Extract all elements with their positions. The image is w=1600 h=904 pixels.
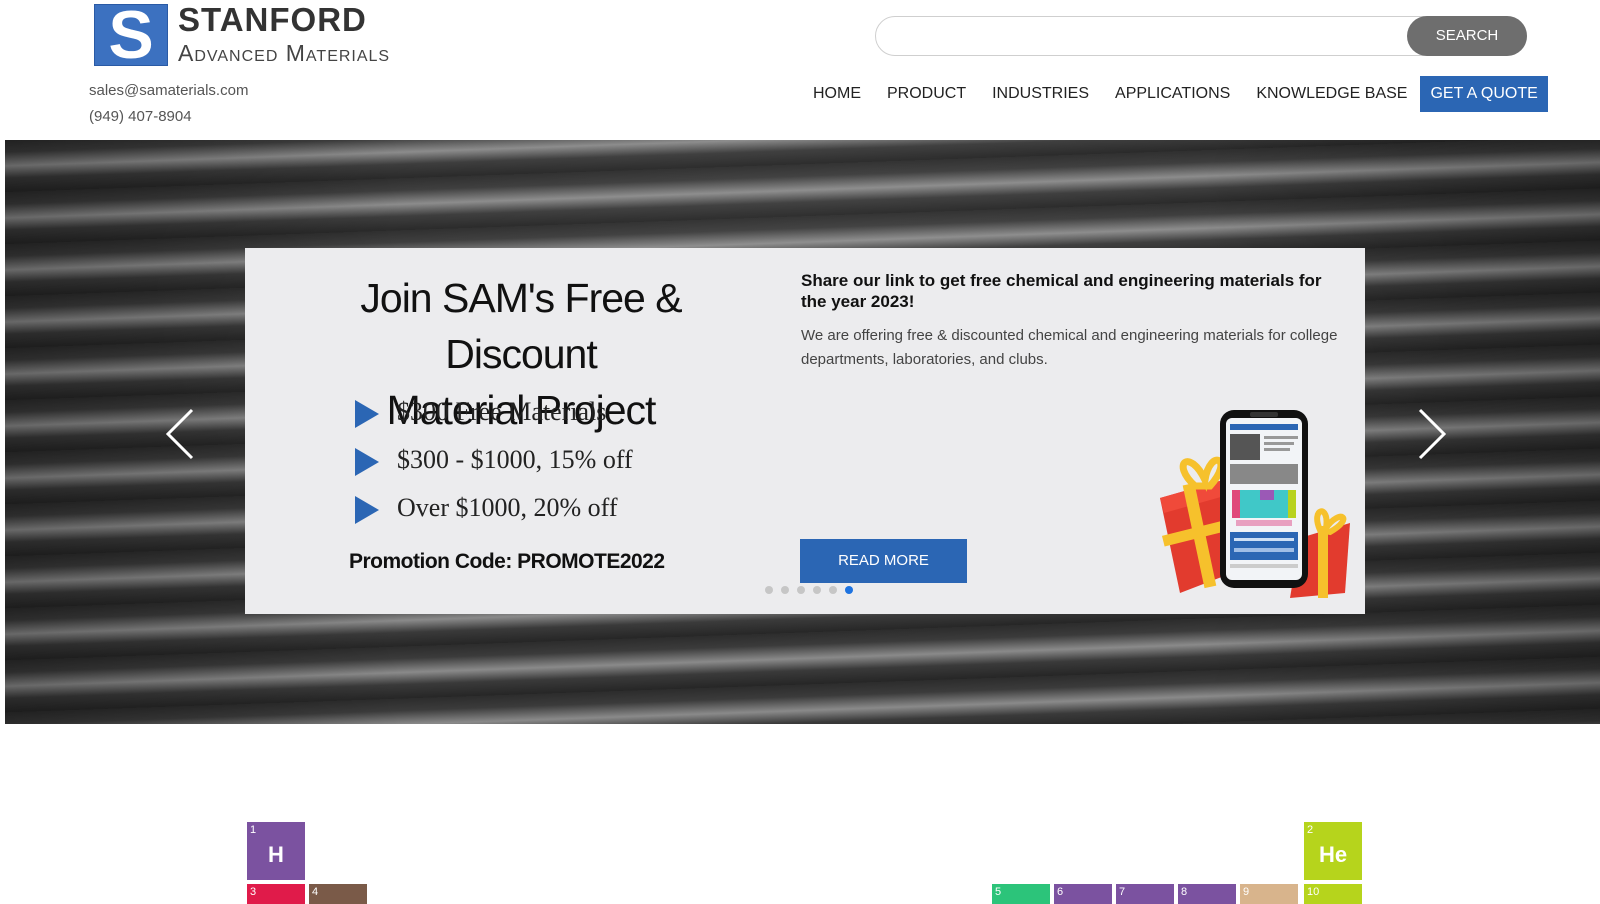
element-number: 6	[1057, 886, 1064, 898]
element-number: 9	[1243, 886, 1250, 898]
slider-dots	[765, 586, 853, 594]
promo-card: Join SAM's Free & Discount Material Proj…	[245, 248, 1365, 614]
logo-mark: S	[94, 0, 168, 71]
element-tile[interactable]: 3	[247, 884, 305, 904]
prev-slide-arrow-icon[interactable]	[162, 406, 202, 462]
slide-dot-1[interactable]	[765, 586, 773, 594]
slide-dot-2[interactable]	[781, 586, 789, 594]
element-symbol: H	[268, 842, 284, 867]
offer-item: $300 - $1000, 15% off	[355, 444, 633, 477]
logo[interactable]: S STANFORD Advanced Materials	[94, 0, 474, 71]
play-triangle-icon	[355, 400, 379, 429]
slide-dot-5[interactable]	[829, 586, 837, 594]
next-slide-arrow-icon[interactable]	[1410, 406, 1450, 462]
read-more-button[interactable]: READ MORE	[800, 539, 967, 583]
nav-item-applications[interactable]: APPLICATIONS	[1102, 75, 1243, 113]
element-number: 4	[312, 886, 319, 898]
offer-item: Over $1000, 20% off	[355, 492, 618, 525]
element-tile[interactable]: 6	[1054, 884, 1112, 904]
element-tile[interactable]: 4	[309, 884, 367, 904]
main-nav: HOME PRODUCT INDUSTRIES APPLICATIONS KNO…	[800, 75, 1548, 113]
element-tile[interactable]: 8	[1178, 884, 1236, 904]
element-tile[interactable]: 9	[1240, 884, 1298, 904]
element-tile[interactable]: 10	[1304, 884, 1362, 904]
promo-title-line-1: Join SAM's Free & Discount	[360, 275, 682, 377]
phone-link[interactable]: (949) 407-8904	[89, 104, 248, 130]
element-number: 10	[1307, 886, 1320, 898]
promo-headline: Share our link to get free chemical and …	[801, 271, 1322, 311]
element-number: 5	[995, 886, 1002, 898]
offer-text: $300 Free Materials	[397, 397, 607, 426]
element-number: 1	[250, 824, 257, 836]
element-number: 7	[1119, 886, 1126, 898]
get-a-quote-button[interactable]: GET A QUOTE	[1420, 76, 1548, 112]
promo-description: We are offering free & discounted chemic…	[801, 327, 1338, 368]
offer-text: $300 - $1000, 15% off	[397, 445, 633, 474]
element-number: 8	[1181, 886, 1188, 898]
element-number: 3	[250, 886, 257, 898]
element-tile[interactable]: 2 He	[1304, 822, 1362, 880]
slide-dot-3[interactable]	[797, 586, 805, 594]
logo-name: STANFORD	[178, 1, 367, 38]
logo-letter: S	[108, 0, 154, 73]
hero-slider: Join SAM's Free & Discount Material Proj…	[5, 140, 1600, 724]
contact-info: sales@samaterials.com (949) 407-8904	[89, 78, 248, 130]
element-symbol: He	[1318, 842, 1348, 867]
slide-dot-4[interactable]	[813, 586, 821, 594]
gift-phone-illustration	[1160, 410, 1350, 598]
search-input[interactable]	[890, 21, 1394, 51]
element-number: 2	[1307, 824, 1314, 836]
element-tile[interactable]: 7	[1116, 884, 1174, 904]
element-tile[interactable]: 5	[992, 884, 1050, 904]
search-button[interactable]: SEARCH	[1407, 16, 1527, 56]
slide-dot-6[interactable]	[845, 586, 853, 594]
logo-subtitle: Advanced Materials	[178, 40, 391, 66]
offer-text: Over $1000, 20% off	[397, 493, 618, 522]
email-link[interactable]: sales@samaterials.com	[89, 78, 248, 104]
nav-item-home[interactable]: HOME	[800, 75, 874, 113]
search-bar: SEARCH	[875, 16, 1527, 56]
nav-item-industries[interactable]: INDUSTRIES	[979, 75, 1102, 113]
play-triangle-icon	[355, 496, 379, 525]
offer-item: $300 Free Materials	[355, 396, 607, 429]
element-tile[interactable]: 1 H	[247, 822, 305, 880]
play-triangle-icon	[355, 448, 379, 477]
promotion-code: Promotion Code: PROMOTE2022	[349, 550, 665, 573]
nav-item-knowledge-base[interactable]: KNOWLEDGE BASE	[1243, 75, 1420, 113]
nav-item-product[interactable]: PRODUCT	[874, 75, 979, 113]
